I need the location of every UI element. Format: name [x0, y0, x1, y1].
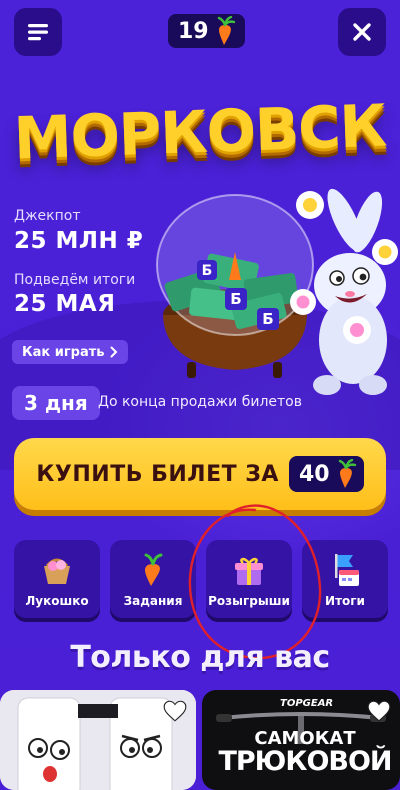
cauldron-leg	[273, 362, 282, 378]
svg-text:Б: Б	[230, 290, 241, 308]
hamburger-menu-icon	[28, 24, 48, 41]
section-title: Только для вас	[70, 640, 330, 675]
product-card-socks[interactable]	[0, 690, 196, 790]
carrot-balance[interactable]: 19	[168, 14, 245, 48]
jackpot-value: 25 МЛН ₽	[14, 228, 144, 254]
menu-button[interactable]	[14, 8, 62, 56]
carrot-tasks-icon	[144, 553, 163, 586]
svg-text:Б: Б	[202, 263, 213, 279]
calendar-flag-icon	[335, 554, 359, 586]
carrot-balance-value: 19	[178, 18, 209, 44]
close-icon	[353, 23, 371, 41]
lottery-logo-title: МОРКОВСК	[12, 91, 388, 173]
results-label: Подведём итоги	[14, 272, 136, 288]
tile-basket-label: Лукошко	[25, 594, 89, 608]
scooter-title-line2: ТРЮКОВОЙ	[218, 746, 392, 777]
carrot-icon	[217, 16, 235, 45]
chevron-right-icon	[110, 346, 118, 358]
ticket-price-value: 40	[298, 461, 330, 487]
how-to-play-button[interactable]: Как играть	[12, 340, 129, 364]
ticket-price: 40	[288, 456, 364, 492]
buy-ticket-label: КУПИТЬ БИЛЕТ ЗА	[36, 461, 279, 487]
lottery-illustration: Б Б Б	[156, 188, 398, 395]
product-card-scooter[interactable]: TOPGEAR САМОКАТ ТРЮКОВОЙ	[202, 690, 400, 790]
basket-icon	[44, 558, 70, 584]
carrot-icon	[338, 459, 356, 488]
tile-basket[interactable]: Лукошко	[14, 540, 100, 618]
svg-text:Б: Б	[262, 310, 273, 328]
close-button[interactable]	[338, 8, 386, 56]
how-to-play-label: Как играть	[22, 344, 105, 360]
cauldron-leg	[187, 362, 196, 378]
days-left-badge: 3 дня	[12, 386, 100, 420]
results-date: 25 МАЯ	[14, 291, 116, 317]
days-left-text: До конца продажи билетов	[98, 394, 302, 410]
heart-icon[interactable]	[366, 698, 392, 724]
rabbit	[313, 188, 387, 395]
heart-icon[interactable]	[162, 698, 188, 724]
jackpot-label: Джекпот	[14, 208, 81, 224]
